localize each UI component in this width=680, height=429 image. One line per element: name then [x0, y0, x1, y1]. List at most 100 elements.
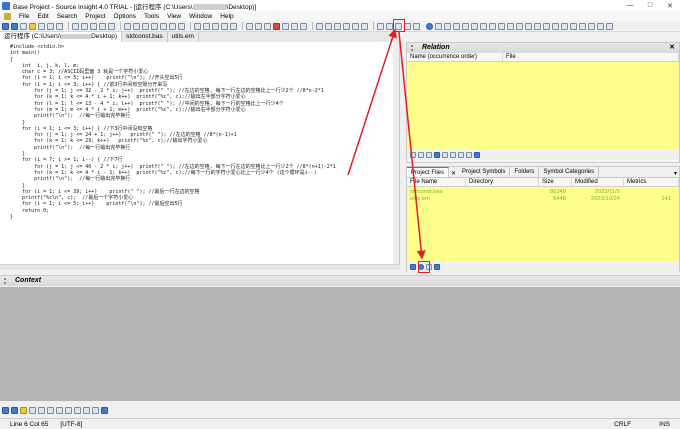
- maximize-button[interactable]: □: [640, 2, 660, 10]
- column-directory[interactable]: Directory: [466, 178, 539, 186]
- redo-icon[interactable]: [108, 22, 115, 30]
- tool-m-icon[interactable]: [498, 22, 505, 30]
- column-file[interactable]: File: [503, 53, 679, 61]
- close-button[interactable]: ✕: [660, 2, 680, 10]
- outdent-icon[interactable]: [203, 22, 210, 30]
- stop-icon[interactable]: [273, 22, 280, 30]
- tool-h-icon[interactable]: [453, 22, 460, 30]
- menu-file[interactable]: File: [15, 13, 33, 20]
- find-icon[interactable]: [124, 22, 131, 30]
- relation-refresh-icon[interactable]: [434, 152, 440, 158]
- table-row[interactable]: utils.em 5448 2023/10/24 141: [407, 196, 679, 203]
- context-body[interactable]: [0, 287, 680, 401]
- layout-icon[interactable]: [300, 22, 307, 30]
- close-icon[interactable]: ✕: [669, 43, 675, 53]
- editor-vertical-scrollbar[interactable]: [393, 42, 399, 264]
- forward-icon[interactable]: [11, 22, 18, 30]
- relation-settings-icon[interactable]: [474, 152, 480, 158]
- add-file-icon[interactable]: [255, 22, 262, 30]
- column-size[interactable]: Size: [539, 178, 572, 186]
- column-name[interactable]: Name (occurrence order): [407, 53, 503, 61]
- context-tool-5-icon[interactable]: [65, 406, 72, 414]
- tool-q-icon[interactable]: [534, 22, 541, 30]
- tool-o-icon[interactable]: [516, 22, 523, 30]
- context-open-icon[interactable]: [20, 406, 27, 414]
- context-back-icon[interactable]: [2, 406, 9, 414]
- cut-icon[interactable]: [72, 22, 79, 30]
- project-files-list[interactable]: stdconst.bas 86349 2023/11/5 utils.em 54…: [407, 187, 679, 262]
- minimize-button[interactable]: —: [620, 2, 640, 10]
- relation-tool-8-icon[interactable]: [466, 152, 472, 158]
- menu-view[interactable]: View: [163, 13, 185, 20]
- tool-r-icon[interactable]: [543, 22, 550, 30]
- tool-g-icon[interactable]: [444, 22, 451, 30]
- project-settings-icon[interactable]: [434, 264, 440, 270]
- menu-tools[interactable]: Tools: [140, 13, 163, 20]
- relation-window-icon[interactable]: [361, 22, 368, 30]
- menu-edit[interactable]: Edit: [33, 13, 52, 20]
- context-tool-1-icon[interactable]: [29, 406, 36, 414]
- context-tool-7-icon[interactable]: [83, 406, 90, 414]
- project-sync-icon[interactable]: [426, 22, 433, 30]
- relation-tool-5-icon[interactable]: [442, 152, 448, 158]
- relation-tool-1-icon[interactable]: [410, 152, 416, 158]
- search-files-icon[interactable]: [151, 22, 158, 30]
- tab-project-symbols[interactable]: Project Symbols: [458, 167, 511, 177]
- tab-close-icon[interactable]: ✕: [449, 170, 458, 177]
- back-icon[interactable]: [2, 22, 9, 30]
- relation-tool-6-icon[interactable]: [450, 152, 456, 158]
- tool-t-icon[interactable]: [561, 22, 568, 30]
- tool-x-icon[interactable]: [597, 22, 604, 30]
- context-tool-8-icon[interactable]: [92, 406, 99, 414]
- tab-running-program[interactable]: 运行程序 (C:\Users\ Desktop): [0, 32, 123, 42]
- code-area[interactable]: #include <stdio.h> int main(){ int i, j, …: [0, 42, 399, 220]
- open-folder-icon[interactable]: [29, 22, 36, 30]
- menu-app-icon[interactable]: [4, 12, 11, 20]
- tool-v-icon[interactable]: [579, 22, 586, 30]
- lookup-icon[interactable]: [160, 22, 167, 30]
- editor-horizontal-scrollbar[interactable]: [0, 264, 400, 270]
- window-tile-icon[interactable]: [325, 22, 332, 30]
- context-tool-3-icon[interactable]: [47, 406, 54, 414]
- line-ending[interactable]: CRLF: [608, 421, 653, 428]
- paste-icon[interactable]: [90, 22, 97, 30]
- tool-u-icon[interactable]: [570, 22, 577, 30]
- new-file-icon[interactable]: [20, 22, 27, 30]
- drag-handle-icon[interactable]: [4, 278, 12, 284]
- symbol-window-icon[interactable]: [291, 22, 298, 30]
- bookmark-icon[interactable]: [178, 22, 185, 30]
- context-settings-icon[interactable]: [101, 406, 108, 414]
- indent-icon[interactable]: [194, 22, 201, 30]
- tool-f-icon[interactable]: [435, 22, 442, 30]
- comment-icon[interactable]: [212, 22, 219, 30]
- project-back-icon[interactable]: [410, 264, 416, 270]
- menu-help[interactable]: Help: [216, 13, 237, 20]
- tool-e-icon[interactable]: [413, 22, 420, 30]
- column-file-name[interactable]: File Name: [407, 178, 466, 186]
- print-icon[interactable]: [56, 22, 63, 30]
- undo-icon[interactable]: [99, 22, 106, 30]
- relation-tool-2-icon[interactable]: [418, 152, 424, 158]
- tool-p-icon[interactable]: [525, 22, 532, 30]
- window-cascade-icon[interactable]: [334, 22, 341, 30]
- replace-icon[interactable]: [142, 22, 149, 30]
- relation-tool-3-icon[interactable]: [426, 152, 432, 158]
- project-icon[interactable]: [246, 22, 253, 30]
- window-split-icon[interactable]: [316, 22, 323, 30]
- tab-overflow-icon[interactable]: ▾: [672, 170, 679, 177]
- tab-symbol-categories[interactable]: Symbol Categories: [539, 167, 600, 177]
- table-row[interactable]: stdconst.bas 86349 2023/11/5: [407, 189, 679, 196]
- browse-icon[interactable]: [282, 22, 289, 30]
- context-tool-4-icon[interactable]: [56, 406, 63, 414]
- context-forward-icon[interactable]: [11, 406, 18, 414]
- tool-n-icon[interactable]: [507, 22, 514, 30]
- format-icon[interactable]: [230, 22, 237, 30]
- drag-handle-icon[interactable]: [411, 45, 419, 51]
- tool-y-icon[interactable]: [606, 22, 613, 30]
- context-tool-2-icon[interactable]: [38, 406, 45, 414]
- tool-w-icon[interactable]: [588, 22, 595, 30]
- tool-d-icon[interactable]: [404, 22, 411, 30]
- tab-folders[interactable]: Folders: [510, 167, 540, 177]
- save-all-icon[interactable]: [47, 22, 54, 30]
- tool-k-icon[interactable]: [480, 22, 487, 30]
